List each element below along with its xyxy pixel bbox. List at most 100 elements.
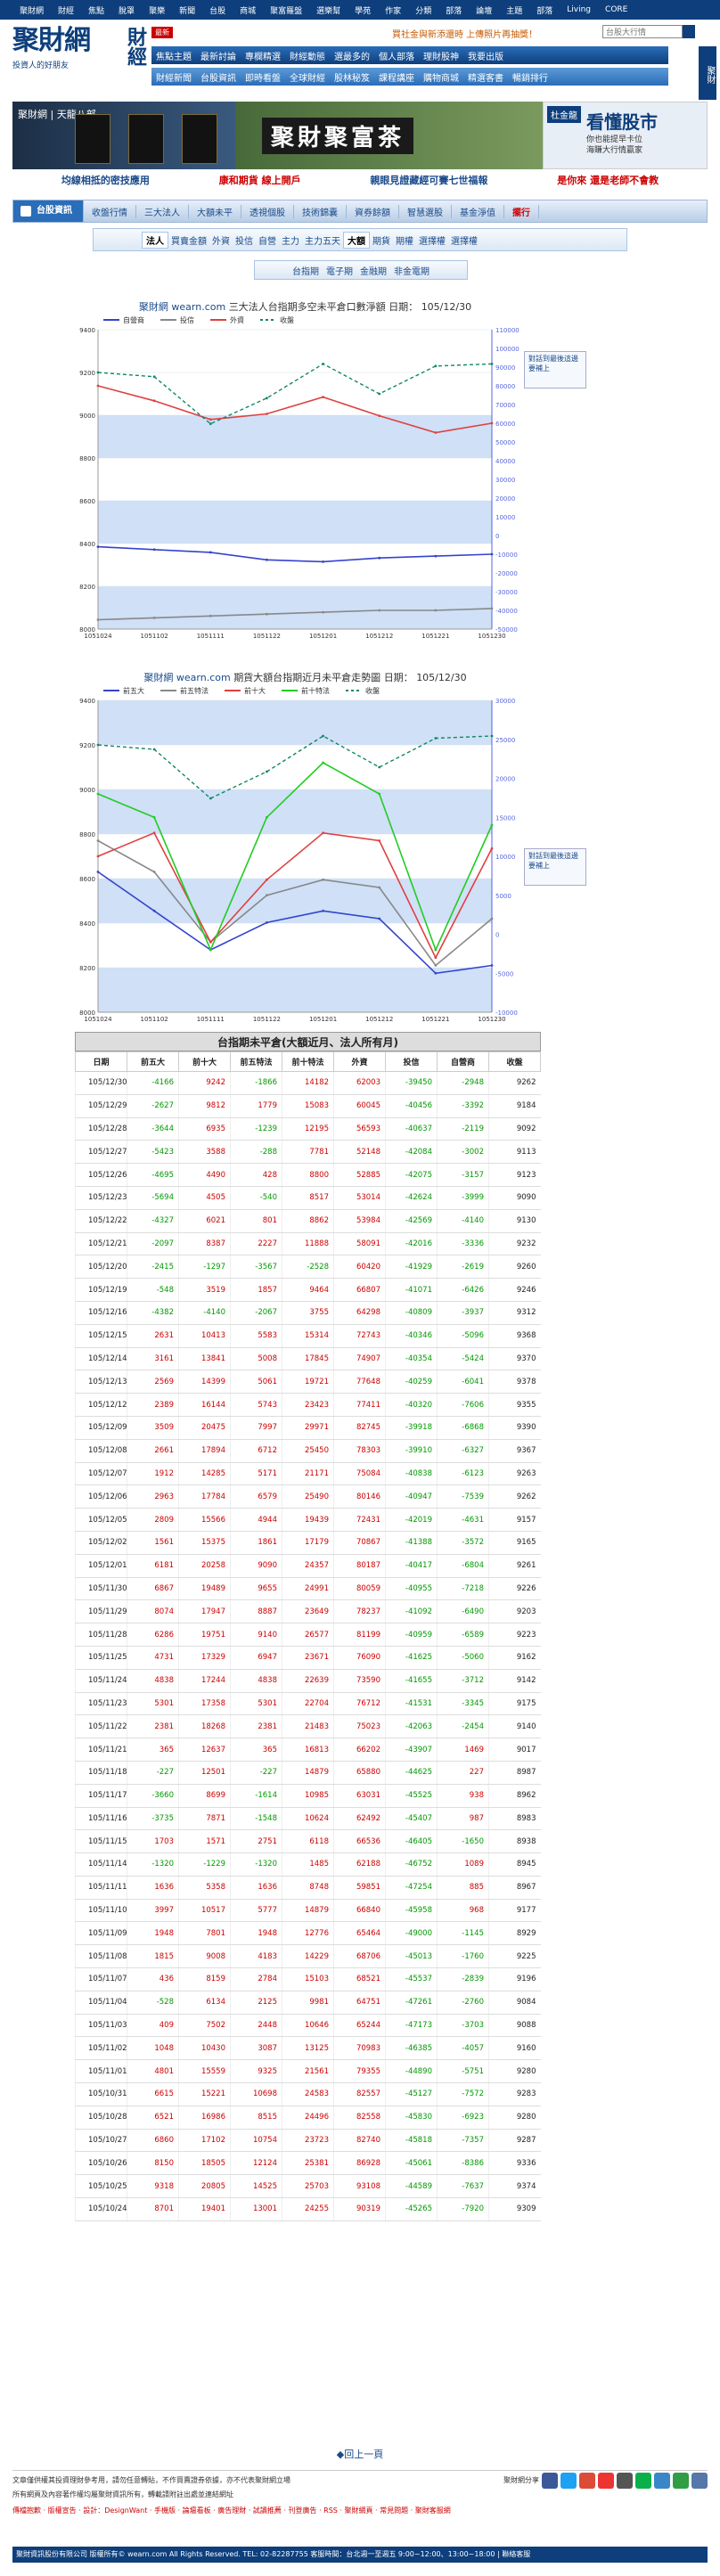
- topbar-link-8[interactable]: 聚富羅盤: [263, 4, 309, 16]
- topbar-link-12[interactable]: 分類: [408, 4, 438, 16]
- tab-selected[interactable]: 大額: [343, 231, 370, 249]
- search-button[interactable]: [683, 25, 695, 38]
- banner-right[interactable]: 杜金龍 看懂股市 你也能提早卡位 海賺大行情贏家: [543, 102, 708, 169]
- google-plus-icon[interactable]: [579, 2472, 595, 2489]
- promo-link-3[interactable]: 是你來 還是老師不會教: [557, 173, 659, 187]
- nav2-item-0[interactable]: 財經新聞: [151, 70, 196, 84]
- subtab2-item-2[interactable]: 選擇權: [416, 237, 448, 247]
- subtab-item-1[interactable]: 外資: [209, 237, 233, 247]
- plurk-icon[interactable]: [654, 2472, 670, 2489]
- back-link[interactable]: ◆回上一頁: [0, 2447, 720, 2461]
- nav1-item-5[interactable]: 個人部落: [374, 49, 419, 62]
- banner[interactable]: 聚財網 | 天龍八部 聚財聚富茶 杜金龍 看懂股市 你也能提早卡位 海賺大行情贏…: [12, 102, 708, 169]
- topbar-link-1[interactable]: 財經: [51, 4, 81, 16]
- topbar-link-5[interactable]: 新聞: [172, 4, 202, 16]
- table-cell: 5301: [230, 1692, 282, 1716]
- topbar-link-6[interactable]: 台股: [202, 4, 233, 16]
- subtab-item-4[interactable]: 主力: [279, 237, 302, 247]
- table-cell: 16813: [282, 1738, 334, 1762]
- nav1-item-1[interactable]: 最新討論: [196, 49, 241, 62]
- topbar-link-16[interactable]: 部落: [529, 4, 560, 16]
- mainnav-item-6[interactable]: 資券餘額: [347, 204, 399, 218]
- nav2-item-6[interactable]: 購物商城: [419, 70, 463, 84]
- promo-link-1[interactable]: 康和期貨 線上開戶: [219, 173, 301, 187]
- subtab-item-0[interactable]: 買賣金額: [168, 237, 209, 247]
- chart-1-side-note[interactable]: 對話到最後這邊要補上: [524, 351, 586, 388]
- chart-2-side-note[interactable]: 對話到最後這邊要補上: [524, 848, 586, 886]
- mainnav-item-9[interactable]: 擺行: [504, 204, 539, 218]
- table-cell: 20258: [178, 1554, 231, 1578]
- nav1-item-6[interactable]: 理財股神: [419, 49, 463, 62]
- share-icon[interactable]: [673, 2472, 689, 2489]
- nav2-item-1[interactable]: 台股資訊: [196, 70, 241, 84]
- data-point: [322, 610, 324, 614]
- nav1-item-2[interactable]: 專欄精選: [241, 49, 285, 62]
- banner-mid[interactable]: 聚財聚富茶: [235, 102, 543, 169]
- contract-tab-1[interactable]: 電子期: [323, 264, 356, 277]
- ticker-text[interactable]: 買社金與新添還時 上傳照片再抽獎！: [392, 27, 537, 40]
- table-cell: 19489: [178, 1577, 231, 1601]
- mainnav-item-5[interactable]: 技術錦囊: [294, 204, 347, 218]
- topbar-link-3[interactable]: 脫罩: [111, 4, 142, 16]
- topbar-link-15[interactable]: 主題: [499, 4, 529, 16]
- nav2-item-4[interactable]: 股林秘笈: [330, 70, 374, 84]
- subtab2-item-3[interactable]: 選擇權: [448, 237, 480, 247]
- topbar-link-14[interactable]: 論壇: [469, 4, 499, 16]
- topbar-link-18[interactable]: CORE: [598, 5, 634, 14]
- table-row: 105/12/20 -2415 -1297 -3567 -2528 60420 -41929…: [75, 1255, 541, 1280]
- nav2-item-3[interactable]: 全球財經: [285, 70, 330, 84]
- table-cell: 82745: [333, 1416, 386, 1440]
- table-cell: -4382: [127, 1301, 179, 1325]
- app-icon[interactable]: [617, 2472, 633, 2489]
- mainnav-item-1[interactable]: 收盤行情: [84, 204, 136, 218]
- topbar-link-2[interactable]: 焦點: [81, 4, 111, 16]
- topbar-link-17[interactable]: Living: [560, 5, 598, 14]
- footer-links[interactable]: 傳檔抱歉 · 版權宣告 · 設計：DesignWant · 手機版 · 論壇看板…: [12, 2506, 708, 2518]
- contract-tab-0[interactable]: 台指期: [289, 264, 323, 277]
- mainnav-item-8[interactable]: 基金淨值: [452, 204, 504, 218]
- mainnav-item-3[interactable]: 大額未平: [189, 204, 241, 218]
- search-input[interactable]: [602, 25, 683, 38]
- subtab-item-5[interactable]: 主力五天: [302, 237, 343, 247]
- topbar-link-10[interactable]: 學苑: [348, 4, 378, 16]
- tab-label[interactable]: 法人: [142, 231, 168, 249]
- side-tab[interactable]: 聚財: [699, 46, 716, 100]
- nav2-item-5[interactable]: 課程講座: [374, 70, 419, 84]
- subtab2-item-0[interactable]: 期貨: [370, 237, 393, 247]
- facebook-icon[interactable]: [542, 2472, 558, 2489]
- youtube-icon[interactable]: [598, 2472, 614, 2489]
- mainnav-item-0[interactable]: 台股資訊: [13, 200, 84, 222]
- subtab-item-3[interactable]: 自營: [256, 237, 279, 247]
- subtab-item-2[interactable]: 投信: [233, 237, 256, 247]
- topbar-link-7[interactable]: 商城: [233, 4, 263, 16]
- promo-link-2[interactable]: 親眼見證藏經可賽七世福報: [370, 173, 487, 187]
- banner-left[interactable]: 聚財網 | 天龍八部: [12, 102, 235, 169]
- nav1-item-3[interactable]: 財經動態: [285, 49, 330, 62]
- twitter-icon[interactable]: [560, 2472, 577, 2489]
- site-logo[interactable]: 聚財網 投資人的好朋友 財經: [12, 27, 147, 96]
- topbar-link-4[interactable]: 聚樂: [142, 4, 172, 16]
- contract-tab-2[interactable]: 金融期: [356, 264, 390, 277]
- line-icon[interactable]: [635, 2472, 651, 2489]
- nav2-item-8[interactable]: 暢銷排行: [508, 70, 552, 84]
- nav1-item-0[interactable]: 焦點主題: [151, 49, 196, 62]
- topbar-link-0[interactable]: 聚財網: [12, 4, 51, 16]
- nav2-item-7[interactable]: 精選客書: [463, 70, 508, 84]
- table-cell: -44589: [385, 2174, 438, 2199]
- nav1-item-4[interactable]: 選最多的: [330, 49, 374, 62]
- subtab2-item-1[interactable]: 期權: [393, 237, 416, 247]
- nav2-item-2[interactable]: 即時看盤: [241, 70, 285, 84]
- nav1-item-7[interactable]: 我要出版: [463, 49, 508, 62]
- mainnav-item-2[interactable]: 三大法人: [136, 204, 189, 218]
- mainnav-item-4[interactable]: 透視個股: [241, 204, 294, 218]
- topbar-link-11[interactable]: 作家: [378, 4, 408, 16]
- topbar-link-9[interactable]: 選樂幫: [309, 4, 348, 16]
- table-cell: 8150: [127, 2151, 179, 2176]
- rss-icon[interactable]: [691, 2472, 708, 2489]
- table-row: 105/11/09 1948 7801 1948 12776 65464 -49000 -11…: [75, 1921, 541, 1946]
- promo-link-0[interactable]: 均線相抵的密技應用: [61, 173, 150, 187]
- table-cell: 9312: [488, 1301, 541, 1325]
- mainnav-item-7[interactable]: 智慧選股: [399, 204, 452, 218]
- contract-tab-3[interactable]: 非金電期: [390, 264, 433, 277]
- topbar-link-13[interactable]: 部落: [438, 4, 469, 16]
